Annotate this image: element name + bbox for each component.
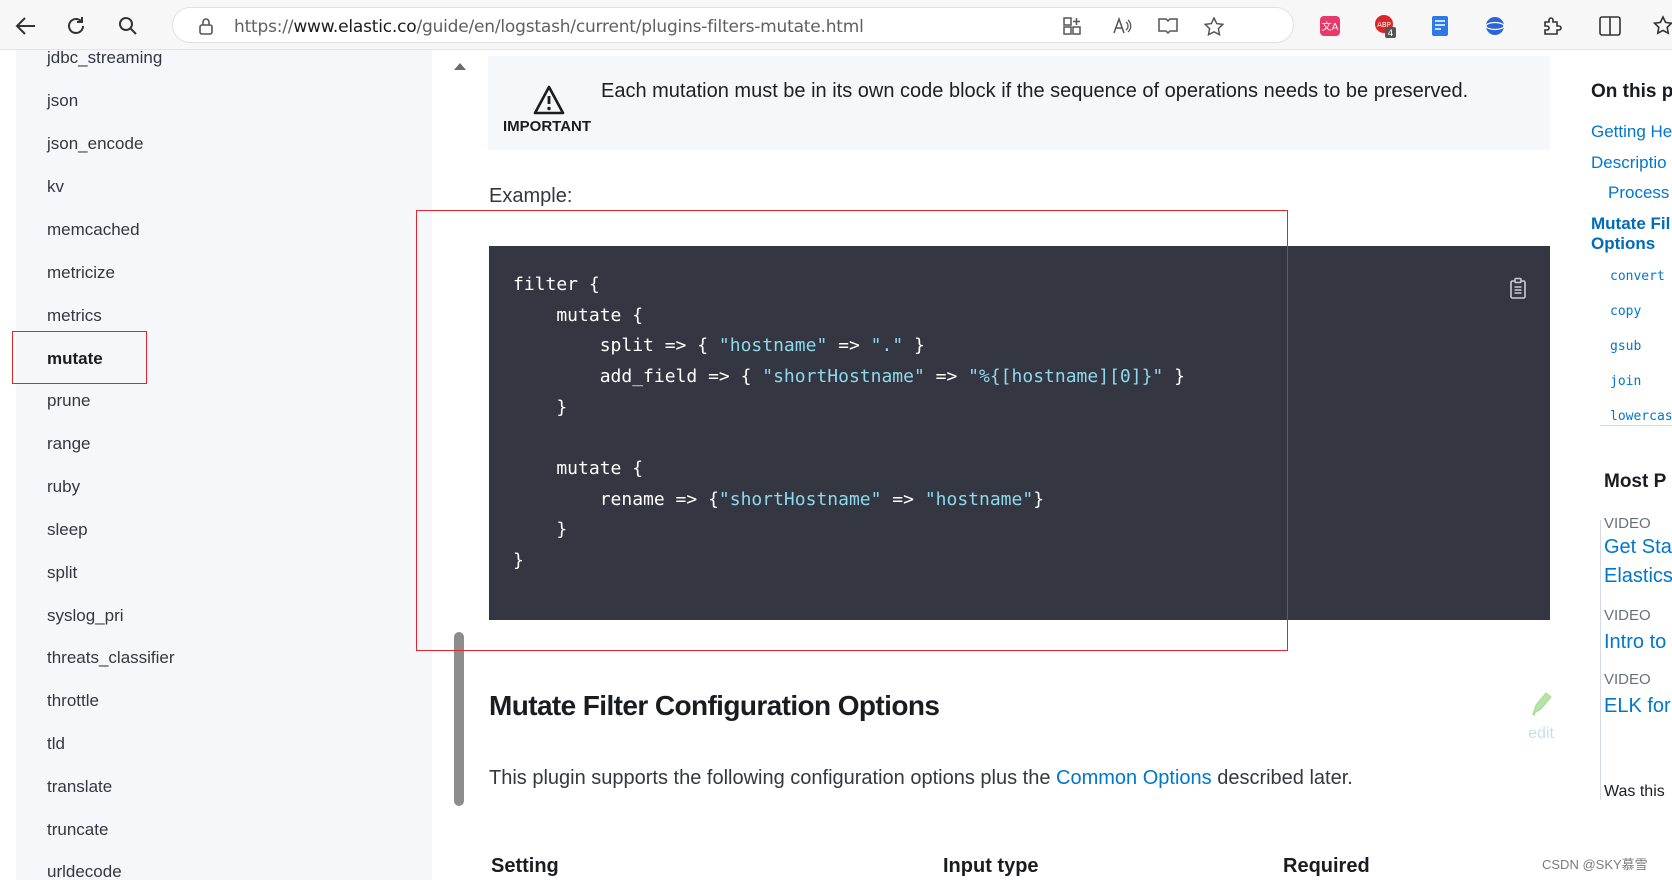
highlight-box-code	[416, 210, 1288, 651]
watermark: CSDN @SKY慕雪	[1542, 857, 1648, 872]
toc-link-lowercase[interactable]: lowercas	[1610, 409, 1672, 424]
sidebar-item-urldecode[interactable]: urldecode	[47, 862, 122, 882]
search-icon[interactable]	[114, 12, 142, 40]
lock-icon[interactable]	[195, 16, 217, 36]
refresh-icon[interactable]	[62, 12, 90, 40]
important-label: IMPORTANT	[503, 118, 592, 135]
most-popular-border	[1600, 520, 1601, 800]
favorite-star-icon[interactable]	[1203, 16, 1225, 36]
options-description: This plugin supports the following confi…	[489, 767, 1353, 789]
sidebar-item-threats-classifier[interactable]: threats_classifier	[47, 648, 175, 668]
toc-divider	[1600, 425, 1672, 426]
toc-link-description[interactable]: Descriptio	[1591, 153, 1667, 173]
address-bar[interactable]: https://www.elastic.co/guide/en/logstash…	[172, 7, 1294, 43]
sidebar-item-syslog-pri[interactable]: syslog_pri	[47, 606, 124, 626]
sidebar-item-metricize[interactable]: metricize	[47, 263, 115, 283]
toc-link-getting-help[interactable]: Getting He	[1591, 122, 1672, 142]
warning-icon	[533, 85, 565, 120]
translate-extension-icon[interactable]: 文A	[1318, 14, 1342, 38]
toc-link-mutate-filter-options[interactable]: Mutate Fil Options	[1591, 214, 1670, 254]
toc-link-gsub[interactable]: gsub	[1610, 339, 1641, 354]
browser-toolbar: https://www.elastic.co/guide/en/logstash…	[0, 0, 1672, 50]
toc-link-join[interactable]: join	[1610, 374, 1641, 389]
toc-title: On this p	[1591, 81, 1672, 102]
scroll-up-arrow-icon[interactable]	[454, 63, 466, 70]
edit-label: edit	[1528, 725, 1554, 742]
sidebar-item-split[interactable]: split	[47, 563, 77, 583]
back-arrow-icon[interactable]	[12, 12, 40, 40]
sidebar-item-tld[interactable]: tld	[47, 734, 65, 754]
sidebar-item-throttle[interactable]: throttle	[47, 691, 99, 711]
immersive-reader-icon[interactable]	[1157, 16, 1179, 36]
scrollbar-thumb[interactable]	[454, 632, 464, 806]
sidebar-item-json[interactable]: json	[47, 91, 78, 111]
important-text: Each mutation must be in its own code bl…	[601, 80, 1469, 102]
video-link-intro[interactable]: Intro to	[1604, 628, 1666, 657]
app-grid-icon[interactable]	[1061, 16, 1083, 36]
video-tag: VIDEO	[1604, 607, 1651, 624]
copy-clipboard-icon[interactable]	[1508, 277, 1528, 304]
svg-text:4: 4	[1388, 29, 1394, 38]
url-text[interactable]: https://www.elastic.co/guide/en/logstash…	[234, 17, 864, 37]
video-tag: VIDEO	[1604, 515, 1651, 532]
sidebar-item-translate[interactable]: translate	[47, 777, 112, 797]
extensions-puzzle-icon[interactable]	[1540, 14, 1564, 38]
section-title: Mutate Filter Configuration Options	[489, 690, 940, 721]
table-header-required: Required	[1283, 855, 1370, 877]
pencil-icon	[1527, 692, 1555, 724]
toc-link-convert[interactable]: convert	[1610, 269, 1665, 284]
toc-link-process[interactable]: Process	[1608, 183, 1669, 203]
vpn-extension-icon[interactable]	[1483, 14, 1507, 38]
split-screen-icon[interactable]	[1598, 14, 1622, 38]
video-link-get-started[interactable]: Get Sta Elastics	[1604, 533, 1672, 591]
svg-text:文A: 文A	[1322, 20, 1339, 33]
table-header-setting: Setting	[491, 855, 559, 877]
feedback-prompt: Was this	[1604, 783, 1665, 800]
example-label: Example:	[489, 185, 573, 207]
sidebar-item-json-encode[interactable]: json_encode	[47, 134, 143, 154]
highlight-box-mutate	[12, 331, 147, 384]
common-options-link[interactable]: Common Options	[1056, 767, 1212, 789]
most-popular-title: Most P	[1604, 471, 1667, 492]
table-header-input-type: Input type	[943, 855, 1039, 877]
toc-link-copy[interactable]: copy	[1610, 304, 1641, 319]
edit-link[interactable]: edit	[1524, 690, 1558, 743]
video-link-elk[interactable]: ELK for	[1604, 692, 1671, 721]
sidebar-item-kv[interactable]: kv	[47, 177, 64, 197]
sidebar-item-range[interactable]: range	[47, 434, 90, 454]
sidebar-item-sleep[interactable]: sleep	[47, 520, 88, 540]
favorites-icon[interactable]	[1652, 14, 1672, 38]
docs-sidebar-nav: jdbc_streaming json json_encode kv memca…	[16, 48, 432, 882]
sidebar-item-memcached[interactable]: memcached	[47, 220, 140, 240]
sidebar-item-ruby[interactable]: ruby	[47, 477, 80, 497]
document-extension-icon[interactable]	[1428, 14, 1452, 38]
adblock-extension-icon[interactable]: ABP 4	[1373, 14, 1397, 38]
sidebar-item-jdbc-streaming[interactable]: jdbc_streaming	[47, 48, 162, 68]
sidebar-item-metrics[interactable]: metrics	[47, 306, 102, 326]
important-callout: IMPORTANT Each mutation must be in its o…	[488, 56, 1550, 150]
read-aloud-icon[interactable]	[1111, 16, 1133, 36]
video-tag: VIDEO	[1604, 671, 1651, 688]
sidebar-item-truncate[interactable]: truncate	[47, 820, 108, 840]
sidebar-item-prune[interactable]: prune	[47, 391, 90, 411]
